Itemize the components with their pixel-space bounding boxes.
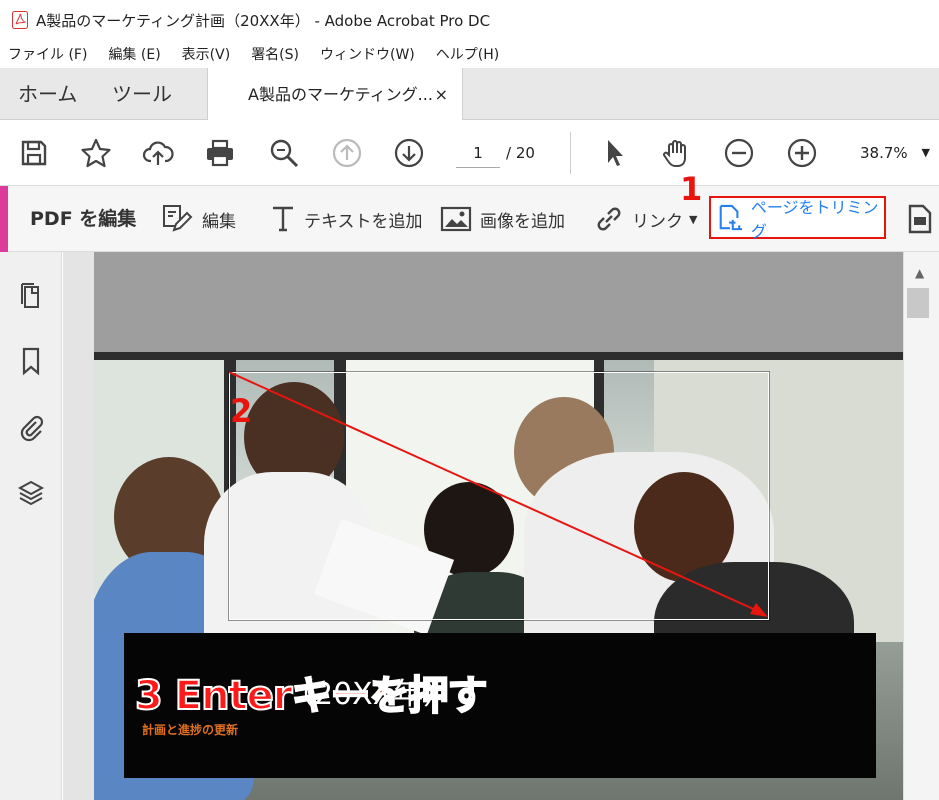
vertical-scrollbar[interactable]: ▲ <box>903 252 939 800</box>
step-3-label: 3 Enterキーを押す <box>134 672 489 720</box>
step-2-label: 2 <box>230 392 253 430</box>
cover-subtitle: 計画と進捗の更新 <box>142 723 239 737</box>
scroll-thumb[interactable] <box>907 288 929 318</box>
scroll-up-icon[interactable]: ▲ <box>915 266 924 280</box>
step-1-label: 1 <box>680 170 703 208</box>
